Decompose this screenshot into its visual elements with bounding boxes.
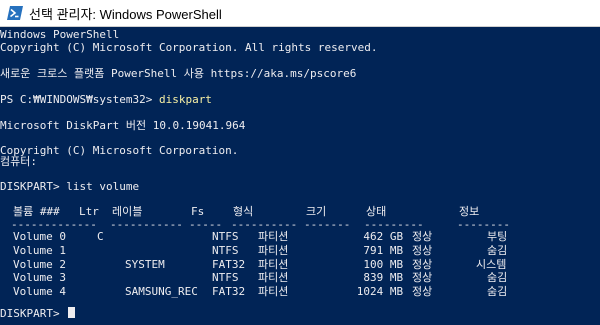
table-cell: 숨김 xyxy=(487,285,508,299)
computer-line: 컴퓨터: xyxy=(0,155,37,168)
powershell-icon xyxy=(7,6,23,20)
table-cell: NTFS xyxy=(212,271,239,285)
table-cell: 숨김 xyxy=(487,271,508,285)
table-separator: ----------- xyxy=(110,218,183,231)
banner-line: Windows PowerShell xyxy=(0,28,120,41)
table-cell: 파티션 xyxy=(258,271,289,285)
ps-prompt: PS C:₩WINDOWS₩system32> xyxy=(0,93,159,106)
diskpart-prompt: DISKPART> xyxy=(0,307,67,320)
table-cell: 정상 xyxy=(412,285,433,299)
table-cell: 부팅 xyxy=(487,230,508,243)
table-cell: 파티션 xyxy=(258,257,289,271)
table-cell: 791 MB xyxy=(363,243,404,257)
list-volume-command: list volume xyxy=(66,180,140,193)
table-cell: 숨김 xyxy=(487,243,508,257)
table-header: 형식 xyxy=(233,205,254,218)
table-cell: C xyxy=(97,230,104,243)
table-cell: 100 MB xyxy=(363,257,404,271)
prompt-line-1: PS C:₩WINDOWS₩system32> diskpart xyxy=(0,93,212,106)
table-cell: NTFS xyxy=(212,243,239,257)
table-cell: SYSTEM xyxy=(125,257,165,271)
table-cell: NTFS xyxy=(212,230,239,243)
table-header: Fs xyxy=(191,205,205,218)
prompt-line-2: DISKPART> list volume xyxy=(0,180,139,193)
table-row-name: Volume 3 xyxy=(13,271,66,285)
table-cell: 정상 xyxy=(412,230,433,243)
table-cell: 파티션 xyxy=(258,285,289,299)
table-header: 상태 xyxy=(366,205,387,218)
diskpart-prompt: DISKPART> xyxy=(0,180,67,193)
console-output[interactable]: Windows PowerShell Copyright (C) Microso… xyxy=(0,27,600,325)
table-cell: 파티션 xyxy=(258,243,289,257)
table-cell: FAT32 xyxy=(212,285,246,299)
table-separator: --- xyxy=(77,218,97,231)
table-header: 볼륨 ### xyxy=(13,205,60,218)
text-cursor xyxy=(68,307,76,318)
window-title: 선택 관리자: Windows PowerShell xyxy=(29,6,222,22)
title-bar[interactable]: 선택 관리자: Windows PowerShell xyxy=(0,0,600,27)
table-cell: 정상 xyxy=(412,243,433,257)
table-row-name: Volume 1 xyxy=(13,243,66,257)
table-header: 정보 xyxy=(459,205,480,218)
table-cell: 정상 xyxy=(412,257,433,271)
table-cell: SAMSUNG_REC xyxy=(125,285,198,299)
table-cell: 839 MB xyxy=(363,271,404,285)
table-header: 크기 xyxy=(306,205,327,218)
table-header: 레이블 xyxy=(112,205,143,218)
table-row-name: Volume 2 xyxy=(13,257,66,271)
diskpart-version-line: Microsoft DiskPart 버전 10.0.19041.964 xyxy=(0,119,246,132)
copyright-line: Copyright (C) Microsoft Corporation. All… xyxy=(0,41,378,54)
table-cell: 시스템 xyxy=(476,257,507,271)
table-separator: ------- xyxy=(304,218,351,231)
diskpart-command: diskpart xyxy=(158,93,212,106)
table-cell: 파티션 xyxy=(258,230,289,243)
promo-line: 새로운 크로스 플랫폼 PowerShell 사용 https://aka.ms… xyxy=(0,67,357,80)
table-row-name: Volume 0 xyxy=(13,230,66,243)
table-cell: FAT32 xyxy=(212,257,246,271)
prompt-line-3[interactable]: DISKPART> xyxy=(0,307,76,320)
table-row-name: Volume 4 xyxy=(13,285,66,299)
table-cell: 정상 xyxy=(412,271,433,285)
table-cell: 462 GB xyxy=(363,230,404,243)
table-header: Ltr xyxy=(79,205,99,218)
table-cell: 1024 MB xyxy=(356,285,404,299)
